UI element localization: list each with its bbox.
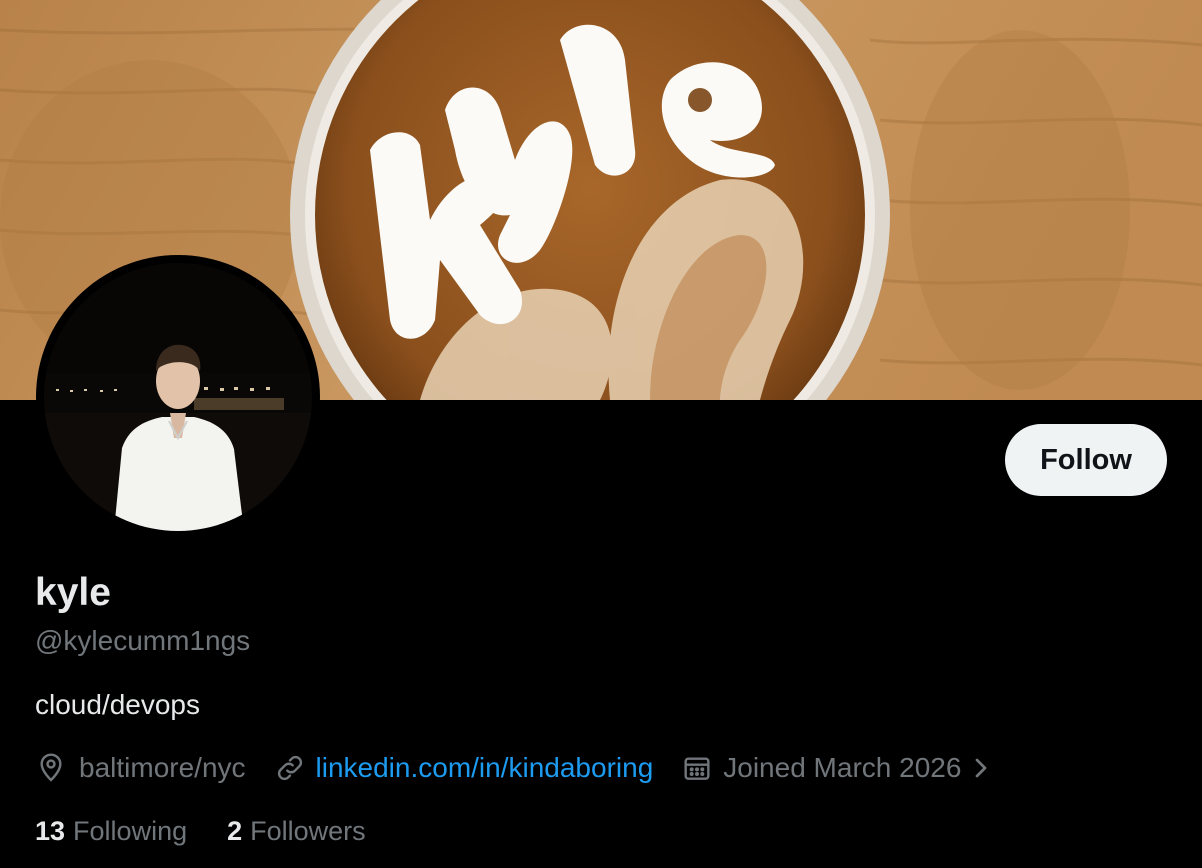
chevron-right-icon	[969, 752, 993, 784]
profile-bio: cloud/devops	[35, 689, 201, 720]
joined-text: Joined March 2026	[723, 752, 962, 783]
location-text: baltimore/nyc	[79, 752, 246, 783]
link-icon	[274, 752, 306, 784]
website-link[interactable]: linkedin.com/in/kindaboring	[316, 748, 654, 788]
followers-count: 2	[227, 816, 243, 846]
followers-link[interactable]: 2 Followers	[227, 812, 366, 850]
map-pin-icon	[35, 752, 67, 784]
follow-counts: 13 Following 2 Followers	[35, 812, 366, 850]
follow-button[interactable]: Follow	[1005, 424, 1167, 496]
location-item: baltimore/nyc	[35, 748, 246, 788]
profile-meta: baltimore/nyc linkedin.com/in/kindaborin…	[35, 748, 993, 788]
profile-avatar[interactable]	[36, 255, 320, 539]
followers-label: Followers	[250, 816, 366, 846]
profile-page: Follow kyle @kylecumm1ngs cloud/devops b…	[0, 0, 1202, 868]
display-name: kyle	[35, 571, 111, 614]
following-label: Following	[73, 816, 188, 846]
following-count: 13	[35, 816, 66, 846]
user-handle: @kylecumm1ngs	[35, 625, 251, 656]
calendar-icon	[681, 752, 713, 784]
avatar-photo	[44, 263, 312, 531]
following-link[interactable]: 13 Following	[35, 812, 187, 850]
website-item: linkedin.com/in/kindaboring	[274, 748, 654, 788]
joined-item[interactable]: Joined March 2026	[681, 748, 993, 788]
